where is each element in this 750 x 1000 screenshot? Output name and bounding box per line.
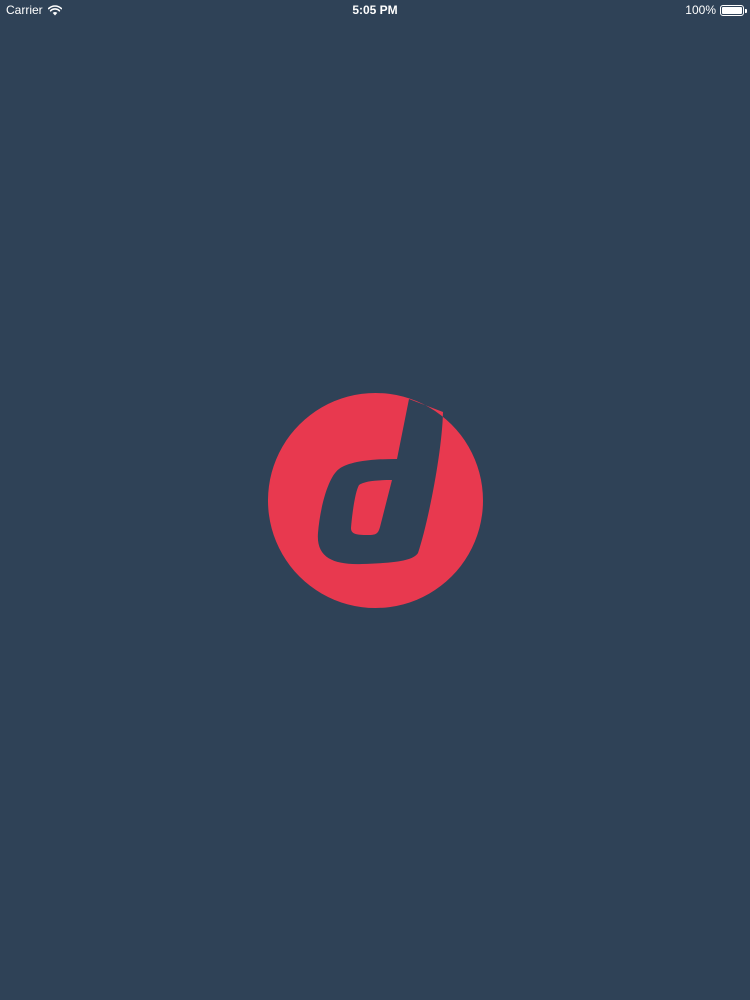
battery-fill [722,6,742,14]
status-bar: Carrier 5:05 PM 100% [0,0,750,20]
status-time: 5:05 PM [352,3,398,17]
logo-ring [268,393,483,608]
status-right: 100% [685,3,747,17]
brand-d-logo-icon [268,393,483,608]
battery-percentage: 100% [685,3,716,17]
battery-tip [745,8,747,13]
battery-icon [720,4,747,16]
